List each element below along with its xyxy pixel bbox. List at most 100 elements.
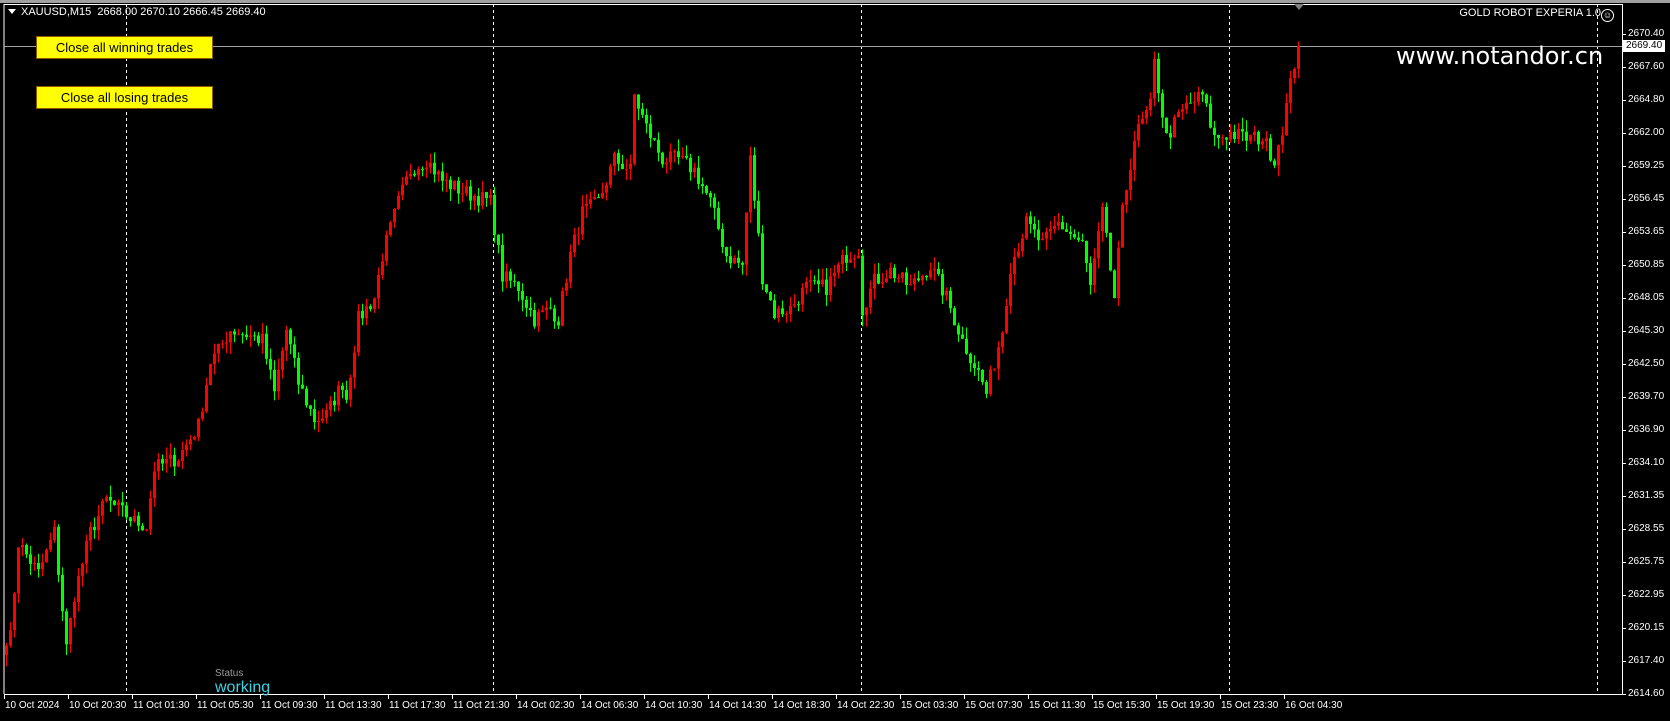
- y-tick-label: 2662.00: [1628, 127, 1665, 138]
- candle-body: [333, 400, 336, 406]
- y-tick-label: 2664.80: [1628, 94, 1665, 105]
- candle-body: [725, 247, 728, 257]
- candle-body: [685, 155, 688, 158]
- candle-body: [809, 280, 812, 282]
- candle-body: [1097, 231, 1100, 259]
- candle-body: [1221, 137, 1224, 139]
- candle-body: [1293, 68, 1296, 79]
- chart-frame: [3, 4, 1626, 699]
- candle-body: [929, 270, 932, 278]
- candle-body: [721, 228, 724, 248]
- candle-body: [425, 167, 428, 170]
- candle-body: [17, 547, 20, 594]
- smiley-icon[interactable]: ☺: [1601, 9, 1614, 22]
- candle-body: [121, 502, 124, 506]
- candle-body: [817, 280, 820, 285]
- candle-body: [1205, 94, 1208, 104]
- candle-body: [405, 176, 408, 185]
- candle-body: [189, 439, 192, 445]
- candle-body: [517, 281, 520, 291]
- candle-body: [353, 352, 356, 378]
- dropdown-triangle-icon[interactable]: [8, 9, 16, 14]
- x-tick-label: 14 Oct 02:30: [517, 700, 575, 711]
- candle-body: [241, 334, 244, 336]
- candle-body: [397, 195, 400, 209]
- close-winning-trades-button[interactable]: Close all winning trades: [36, 36, 213, 59]
- x-tick-label: 11 Oct 09:30: [261, 700, 318, 711]
- candle-body: [401, 184, 404, 196]
- x-tick-label: 15 Oct 03:30: [901, 700, 959, 711]
- candle-body: [785, 313, 788, 315]
- candle-body: [269, 358, 272, 370]
- candle-body: [1041, 238, 1044, 241]
- candle-body: [65, 611, 68, 645]
- candle-body: [1113, 270, 1116, 298]
- candle-body: [1241, 129, 1244, 132]
- candle-body: [617, 153, 620, 164]
- candle-body: [1269, 138, 1272, 161]
- y-tick-label: 2620.15: [1628, 622, 1665, 633]
- candle-body: [1245, 131, 1248, 141]
- candle-body: [629, 163, 632, 169]
- current-price-label: 2669.40: [1623, 40, 1666, 52]
- x-tick-label: 11 Oct 13:30: [325, 700, 382, 711]
- candle-body: [173, 454, 176, 467]
- candle-body: [925, 275, 928, 278]
- candle-body: [1165, 117, 1168, 134]
- candle-body: [1141, 118, 1144, 124]
- candle-body: [949, 290, 952, 309]
- status-label: Status: [215, 668, 244, 679]
- candle-body: [717, 207, 720, 229]
- candle-body: [1189, 102, 1192, 104]
- candle-body: [601, 192, 604, 198]
- candle-body: [437, 171, 440, 175]
- candle-body: [745, 212, 748, 265]
- candle-body: [277, 370, 280, 392]
- candle-body: [197, 418, 200, 437]
- candle-body: [521, 290, 524, 300]
- candle-body: [1217, 134, 1220, 138]
- candle-body: [193, 436, 196, 440]
- x-tick-label: 10 Oct 2024: [5, 700, 60, 711]
- candle-body: [741, 262, 744, 265]
- candle-body: [729, 256, 732, 264]
- candle-body: [253, 335, 256, 337]
- shift-marker-icon[interactable]: [1294, 4, 1304, 10]
- candle-body: [1173, 117, 1176, 138]
- candle-body: [609, 166, 612, 185]
- candle-body: [569, 252, 572, 283]
- x-tick-label: 15 Oct 19:30: [1157, 700, 1215, 711]
- candle-body: [441, 171, 444, 181]
- candle-body: [433, 162, 436, 175]
- candle-body: [581, 206, 584, 235]
- candle-body: [169, 454, 172, 459]
- candle-body: [109, 496, 112, 501]
- candle-body: [1073, 233, 1076, 238]
- candle-body: [33, 563, 36, 565]
- candle-body: [257, 335, 260, 344]
- candle-body: [225, 342, 228, 344]
- close-losing-trades-button[interactable]: Close all losing trades: [36, 86, 213, 109]
- candle-body: [177, 461, 180, 467]
- candle-body: [329, 400, 332, 410]
- candle-body: [857, 255, 860, 259]
- candles: [5, 41, 1300, 667]
- x-tick-label: 11 Oct 05:30: [197, 700, 254, 711]
- candle-body: [45, 549, 48, 563]
- candle-body: [1089, 263, 1092, 285]
- x-tick-label: 11 Oct 17:30: [389, 700, 446, 711]
- x-tick-label: 16 Oct 04:30: [1285, 700, 1343, 711]
- price-chart[interactable]: [0, 0, 1670, 721]
- candle-body: [997, 347, 1000, 369]
- candle-body: [481, 192, 484, 206]
- candle-body: [677, 151, 680, 158]
- candle-body: [69, 617, 72, 645]
- candle-body: [673, 151, 676, 153]
- candle-body: [293, 344, 296, 358]
- ohlc-values: 2668.00 2670.10 2666.45 2669.40: [97, 6, 266, 18]
- candle-body: [709, 193, 712, 198]
- candle-body: [229, 331, 232, 343]
- candle-body: [221, 343, 224, 345]
- candle-body: [305, 388, 308, 406]
- candle-body: [1057, 222, 1060, 226]
